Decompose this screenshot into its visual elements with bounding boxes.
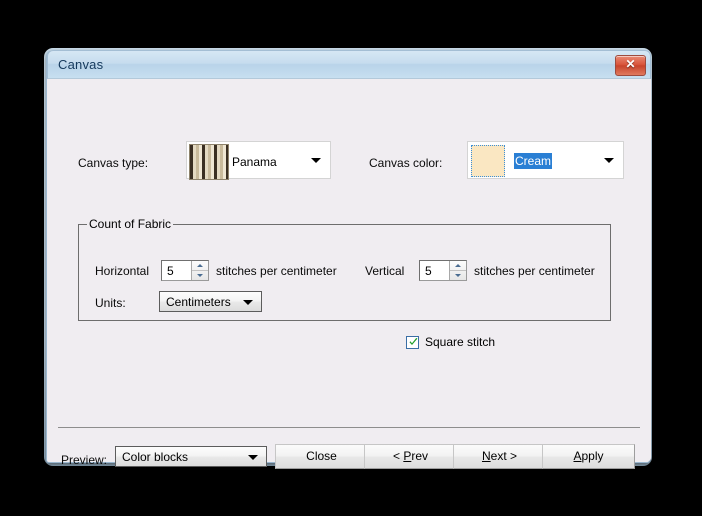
apply-button[interactable]: Apply bbox=[542, 444, 635, 469]
horizontal-label: Horizontal bbox=[95, 264, 150, 278]
canvas-type-value: Panama bbox=[232, 155, 277, 169]
canvas-type-combo[interactable]: Panama bbox=[186, 141, 331, 180]
window-title: Canvas bbox=[58, 57, 104, 72]
horizontal-spin-buttons[interactable] bbox=[191, 261, 208, 280]
preview-combo[interactable]: Color blocks bbox=[115, 446, 267, 467]
chevron-down-icon bbox=[243, 299, 253, 305]
close-icon[interactable]: ✕ bbox=[615, 55, 646, 76]
group-legend: Count of Fabric bbox=[87, 217, 174, 231]
count-of-fabric-group: Count of Fabric Horizontal 5 stitches pe… bbox=[78, 217, 611, 349]
vertical-stepper[interactable]: 5 bbox=[419, 260, 467, 281]
apply-button-accel: A bbox=[573, 449, 582, 463]
apply-button-post: pply bbox=[581, 449, 604, 463]
chevron-down-icon bbox=[248, 454, 258, 460]
close-button[interactable]: Close bbox=[275, 444, 368, 469]
spin-down-icon[interactable] bbox=[450, 271, 466, 280]
footer-separator bbox=[58, 427, 640, 428]
preview-label: Preview: bbox=[61, 453, 108, 467]
canvas-color-value-wrap: Cream bbox=[514, 153, 553, 169]
vertical-spin-buttons[interactable] bbox=[449, 261, 466, 280]
close-glyph: ✕ bbox=[625, 57, 636, 71]
preview-value: Color blocks bbox=[122, 449, 189, 464]
vertical-units-label: stitches per centimeter bbox=[474, 264, 595, 278]
square-stitch-label: Square stitch bbox=[425, 335, 496, 349]
next-button-accel: N bbox=[481, 449, 491, 463]
close-button-post: Close bbox=[306, 449, 337, 463]
spin-up-icon[interactable] bbox=[192, 261, 208, 271]
square-stitch-checkbox[interactable]: Square stitch bbox=[406, 335, 495, 349]
prev-button-post: rev bbox=[411, 449, 429, 463]
prev-button[interactable]: < Prev bbox=[364, 444, 457, 469]
units-label: Units: bbox=[95, 296, 126, 310]
canvas-dialog-window: Canvas ✕ Canvas type: Panama Canvas colo… bbox=[46, 50, 651, 469]
chevron-down-icon bbox=[311, 158, 321, 163]
canvas-color-label: Canvas color: bbox=[369, 156, 443, 170]
vertical-value: 5 bbox=[425, 264, 432, 278]
units-combo[interactable]: Centimeters bbox=[159, 291, 262, 312]
dialog-client-area: Canvas type: Panama Canvas color: Cream … bbox=[47, 79, 651, 469]
canvas-color-combo[interactable]: Cream bbox=[467, 141, 624, 179]
chevron-down-icon bbox=[604, 158, 614, 163]
canvas-color-swatch[interactable] bbox=[471, 145, 505, 177]
prev-button-pre: < bbox=[392, 449, 404, 463]
spin-up-icon[interactable] bbox=[450, 261, 466, 271]
canvas-color-value: Cream bbox=[514, 153, 553, 169]
next-button-post: ext > bbox=[490, 449, 518, 463]
spin-down-icon[interactable] bbox=[192, 271, 208, 280]
canvas-type-label: Canvas type: bbox=[78, 156, 149, 170]
horizontal-stepper[interactable]: 5 bbox=[161, 260, 209, 281]
title-bar[interactable]: Canvas ✕ bbox=[47, 50, 651, 79]
horizontal-units-label: stitches per centimeter bbox=[216, 264, 337, 278]
next-button[interactable]: Next > bbox=[453, 444, 546, 469]
checkmark-icon bbox=[409, 337, 418, 345]
panama-weave-swatch bbox=[189, 144, 229, 180]
horizontal-value: 5 bbox=[167, 264, 174, 278]
vertical-label: Vertical bbox=[365, 264, 405, 278]
units-value: Centimeters bbox=[166, 294, 231, 309]
checkbox-box[interactable] bbox=[406, 335, 419, 349]
